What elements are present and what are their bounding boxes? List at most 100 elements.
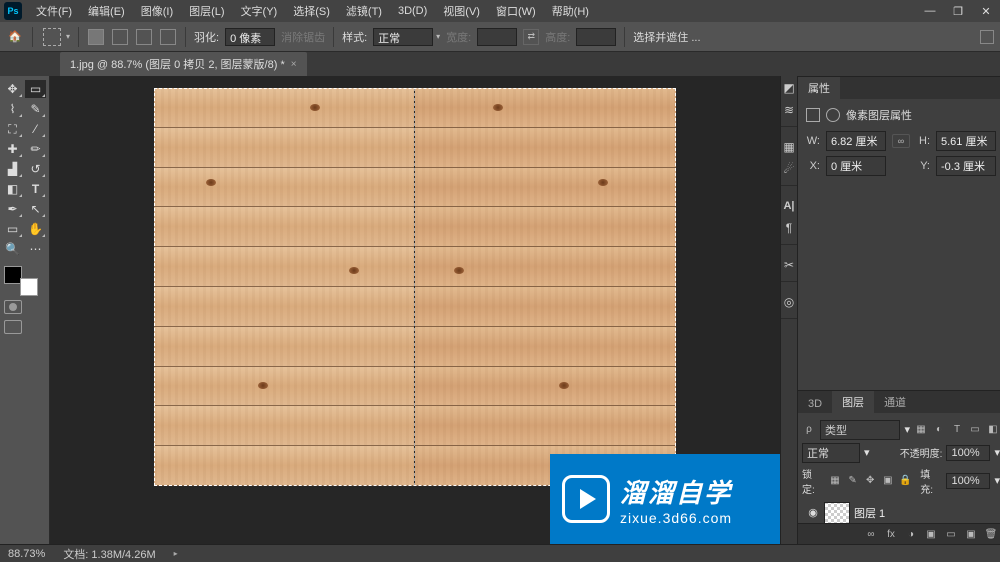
- quick-select-tool[interactable]: ✎: [25, 100, 46, 118]
- background-swatch[interactable]: [20, 278, 38, 296]
- document-canvas[interactable]: [154, 88, 676, 486]
- selection-new-icon[interactable]: [88, 29, 104, 45]
- new-layer-icon[interactable]: ▣: [964, 527, 978, 541]
- crop-tool[interactable]: ⛶: [2, 120, 23, 138]
- group-icon[interactable]: ▭: [944, 527, 958, 541]
- char-panel-icon[interactable]: A|: [781, 198, 797, 214]
- cc-libraries-icon[interactable]: ◎: [781, 294, 797, 310]
- opacity-input[interactable]: 100%: [946, 445, 990, 461]
- chevron-down-icon[interactable]: ▾: [436, 32, 440, 41]
- lasso-tool[interactable]: ⌇: [2, 100, 23, 118]
- search-icon[interactable]: ρ: [802, 423, 816, 437]
- home-icon[interactable]: 🏠: [6, 28, 24, 46]
- style-select[interactable]: 正常: [373, 28, 433, 46]
- blend-mode-select[interactable]: 正常: [802, 443, 860, 463]
- history-brush-tool[interactable]: ↺: [25, 160, 46, 178]
- chevron-down-icon[interactable]: ▾: [66, 32, 70, 41]
- layer-name[interactable]: 图层 1: [854, 505, 885, 521]
- feather-input[interactable]: 0 像素: [225, 28, 275, 46]
- tool-preset-icon[interactable]: [43, 28, 61, 46]
- chevron-right-icon[interactable]: ▸: [174, 549, 178, 558]
- expand-options-icon[interactable]: [980, 30, 994, 44]
- filter-type-icon[interactable]: T: [950, 423, 964, 437]
- menu-image[interactable]: 图像(I): [133, 3, 181, 19]
- pen-tool[interactable]: ✒: [2, 200, 23, 218]
- shape-tool[interactable]: ▭: [2, 220, 23, 238]
- delete-icon[interactable]: 🗑: [984, 527, 998, 541]
- layer-row[interactable]: ◉ 图层 1: [802, 500, 1000, 524]
- 3d-tab[interactable]: 3D: [798, 395, 832, 413]
- selection-intersect-icon[interactable]: [160, 29, 176, 45]
- chevron-down-icon[interactable]: ▾: [904, 423, 910, 436]
- window-minimize[interactable]: —: [916, 5, 944, 17]
- filter-pixel-icon[interactable]: ▦: [914, 423, 928, 437]
- color-swatches[interactable]: [2, 266, 42, 296]
- swatches-panel-icon[interactable]: ▦: [781, 139, 797, 155]
- chevron-down-icon[interactable]: ▾: [994, 446, 1000, 459]
- layers-tab[interactable]: 图层: [832, 391, 874, 413]
- filter-smart-icon[interactable]: ◧: [986, 423, 1000, 437]
- eraser-tool[interactable]: ◧: [2, 180, 23, 198]
- type-tool[interactable]: T: [25, 180, 46, 198]
- marquee-tool[interactable]: ▭: [25, 80, 46, 98]
- selection-subtract-icon[interactable]: [136, 29, 152, 45]
- brush-tool[interactable]: ✏: [25, 140, 46, 158]
- refine-edge-button[interactable]: 选择并遮住 ...: [633, 29, 700, 45]
- window-restore[interactable]: ❐: [944, 5, 972, 18]
- link-wh-icon[interactable]: ∞: [892, 134, 910, 148]
- menu-window[interactable]: 窗口(W): [488, 3, 544, 19]
- mask-add-icon[interactable]: ◑: [904, 527, 918, 541]
- close-tab-icon[interactable]: ×: [291, 59, 297, 70]
- move-tool[interactable]: ✥: [2, 80, 23, 98]
- prop-y-input[interactable]: -0.3 厘米: [936, 156, 996, 176]
- color-panel-icon[interactable]: ☄: [781, 161, 797, 177]
- link-layers-icon[interactable]: ∞: [864, 527, 878, 541]
- brush-panel-icon[interactable]: ≋: [781, 102, 797, 118]
- chevron-down-icon[interactable]: ▾: [994, 474, 1000, 487]
- fill-input[interactable]: 100%: [946, 473, 990, 489]
- lock-transparent-icon[interactable]: ▦: [828, 474, 842, 488]
- screen-mode-icon[interactable]: [4, 320, 22, 334]
- menu-3d[interactable]: 3D(D): [390, 5, 435, 17]
- layer-thumbnail[interactable]: [824, 502, 850, 524]
- channels-tab[interactable]: 通道: [874, 391, 916, 413]
- paragraph-panel-icon[interactable]: ¶: [781, 220, 797, 236]
- prop-w-input[interactable]: 6.82 厘米: [826, 131, 886, 151]
- quick-mask-icon[interactable]: [4, 300, 22, 314]
- zoom-level[interactable]: 88.73%: [8, 548, 45, 560]
- canvas-area[interactable]: 溜溜自学 zixue.3d66.com: [50, 76, 780, 544]
- document-tab[interactable]: 1.jpg @ 88.7% (图层 0 拷贝 2, 图层蒙版/8) * ×: [60, 52, 307, 76]
- menu-view[interactable]: 视图(V): [435, 3, 488, 19]
- lock-all-icon[interactable]: 🔒: [899, 474, 913, 488]
- zoom-tool[interactable]: 🔍: [2, 240, 23, 258]
- lock-position-icon[interactable]: ✥: [863, 474, 877, 488]
- prop-h-input[interactable]: 5.61 厘米: [936, 131, 996, 151]
- chevron-down-icon[interactable]: ▾: [864, 446, 870, 459]
- menu-type[interactable]: 文字(Y): [233, 3, 286, 19]
- menu-select[interactable]: 选择(S): [285, 3, 338, 19]
- edit-toolbar[interactable]: ⋯: [25, 240, 46, 258]
- history-panel-icon[interactable]: ◩: [781, 80, 797, 96]
- filter-adjust-icon[interactable]: ◐: [932, 423, 946, 437]
- menu-file[interactable]: 文件(F): [28, 3, 80, 19]
- fx-icon[interactable]: fx: [884, 527, 898, 541]
- menu-help[interactable]: 帮助(H): [544, 3, 597, 19]
- adjustment-layer-icon[interactable]: ▣: [924, 527, 938, 541]
- menu-edit[interactable]: 编辑(E): [80, 3, 133, 19]
- eyedropper-tool[interactable]: ⁄: [25, 120, 46, 138]
- lock-artboard-icon[interactable]: ▣: [881, 474, 895, 488]
- prop-x-input[interactable]: 0 厘米: [826, 156, 886, 176]
- clone-tool[interactable]: ▟: [2, 160, 23, 178]
- selection-add-icon[interactable]: [112, 29, 128, 45]
- layer-kind-select[interactable]: 类型: [820, 420, 900, 440]
- doc-size[interactable]: 文档: 1.38M/4.26M: [63, 546, 155, 562]
- path-select-tool[interactable]: ↖: [25, 200, 46, 218]
- hand-tool[interactable]: ✋: [25, 220, 46, 238]
- window-close[interactable]: ✕: [972, 5, 1000, 18]
- properties-tab[interactable]: 属性: [798, 77, 840, 99]
- menu-layer[interactable]: 图层(L): [181, 3, 232, 19]
- healing-tool[interactable]: ✚: [2, 140, 23, 158]
- menu-filter[interactable]: 滤镜(T): [338, 3, 390, 19]
- tools-panel-icon[interactable]: ✂: [781, 257, 797, 273]
- filter-shape-icon[interactable]: ▭: [968, 423, 982, 437]
